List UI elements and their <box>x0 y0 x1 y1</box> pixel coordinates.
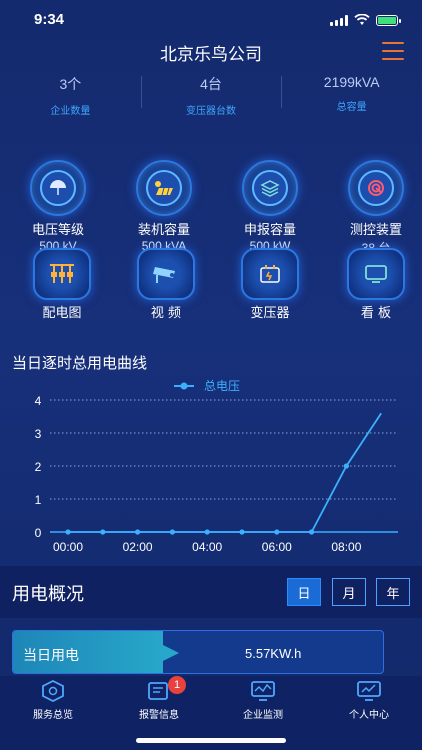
umbrella-icon <box>50 180 66 195</box>
tab-label: 报警信息 <box>139 710 179 721</box>
x-tick-label: 02:00 <box>123 540 153 554</box>
tab-label: 企业监测 <box>243 710 283 721</box>
data-point <box>135 529 141 535</box>
tab-service-overview[interactable]: 服务总览 <box>8 679 98 721</box>
monitor-icon <box>365 265 387 283</box>
stat-value: 4台 <box>200 76 222 92</box>
alarm-badge: 1 <box>168 676 186 694</box>
distribution-diagram-item[interactable]: 配电图 <box>22 248 102 321</box>
x-tick-label: 08:00 <box>331 540 361 554</box>
period-month-button[interactable]: 月 <box>332 578 366 606</box>
period-year-button[interactable]: 年 <box>376 578 410 606</box>
status-icons <box>330 14 401 26</box>
wifi-icon <box>354 14 370 25</box>
summary-title: 用电概况 <box>12 584 84 605</box>
data-point <box>65 529 71 535</box>
y-tick-label: 1 <box>35 493 42 507</box>
item-label: 电压等级 <box>31 223 84 238</box>
stat-value: 3个 <box>59 76 82 92</box>
legend-label: 总电压 <box>204 379 240 393</box>
data-point <box>204 529 210 535</box>
daily-usage-chart: 0 1 2 3 4 00:00 02:00 04:00 06:00 08:00 总电压 <box>35 379 398 554</box>
item-label: 看 板 <box>360 306 392 321</box>
signal-icon <box>330 14 348 26</box>
data-point <box>343 463 349 469</box>
item-label: 配电图 <box>42 306 82 321</box>
stat-total-capacity: 2199kVA 总容量 <box>281 70 422 116</box>
x-tick-label: 06:00 <box>262 540 292 554</box>
camera-icon <box>153 267 175 283</box>
home-indicator <box>136 738 286 743</box>
usage-summary-header: 用电概况 日 月 年 <box>0 566 422 618</box>
stat-label: 总容量 <box>336 102 367 113</box>
installed-capacity-item[interactable]: 装机容量 500 kVA <box>124 160 204 253</box>
data-point <box>309 529 315 535</box>
voltage-level-item[interactable]: 电压等级 500 kV <box>18 160 98 253</box>
stats-summary: 3个 企业数量 4台 变压器台数 2199kVA 总容量 <box>0 70 422 117</box>
video-item[interactable]: 视 频 <box>126 248 206 321</box>
y-tick-label: 2 <box>35 460 42 474</box>
stat-value: 2199kVA <box>323 74 380 90</box>
tab-enterprise-monitoring[interactable]: 企业监测 <box>218 680 308 721</box>
item-label: 视 频 <box>150 306 182 321</box>
dashboard-item[interactable]: 看 板 <box>336 248 416 321</box>
tab-label: 服务总览 <box>33 710 73 721</box>
item-label: 装机容量 <box>137 223 190 238</box>
series-line <box>68 412 382 533</box>
distribution-icon <box>50 264 74 283</box>
chart-title: 当日逐时总用电曲线 <box>12 354 148 372</box>
data-point <box>169 529 175 535</box>
layers-icon <box>260 180 280 197</box>
legend-marker <box>180 382 188 390</box>
stat-enterprise-count: 3个 企业数量 <box>0 70 141 117</box>
tab-label: 个人中心 <box>349 710 389 721</box>
transformer-item[interactable]: 变压器 <box>230 248 310 321</box>
status-bar: 9:34 <box>0 0 422 40</box>
usage-label-box: 当日用电 <box>13 631 179 673</box>
stat-transformer-count: 4台 变压器台数 <box>140 70 282 117</box>
battery-icon <box>376 14 401 26</box>
stat-label: 企业数量 <box>50 106 91 117</box>
tab-personal-center[interactable]: 个人中心 <box>324 680 414 721</box>
page-title: 北京乐鸟公司 <box>160 45 262 65</box>
item-label: 测控装置 <box>349 223 402 238</box>
personal-icon <box>357 681 381 701</box>
declared-capacity-item[interactable]: 申报容量 500 kW <box>230 160 310 253</box>
monitoring-device-item[interactable]: 测控装置 38 台 <box>336 160 416 256</box>
usage-label: 当日用电 <box>23 648 79 664</box>
usage-value: 5.57KW.h <box>245 646 302 661</box>
item-label: 申报容量 <box>243 223 296 238</box>
data-point <box>274 529 280 535</box>
x-tick-label: 04:00 <box>192 540 222 554</box>
status-time: 9:34 <box>34 11 65 28</box>
gauge-icon <box>368 180 384 196</box>
tab-alarm-info[interactable]: 1 报警信息 <box>114 676 204 721</box>
transformer-icon <box>260 265 280 283</box>
y-tick-label: 0 <box>35 526 42 540</box>
service-icon <box>42 679 64 703</box>
menu-icon[interactable] <box>382 42 404 60</box>
period-day-button[interactable]: 日 <box>287 578 321 606</box>
daily-usage-card: 当日用电 5.57KW.h <box>12 630 384 674</box>
data-point <box>239 529 245 535</box>
y-tick-label: 4 <box>35 394 42 408</box>
y-tick-label: 3 <box>35 427 42 441</box>
x-tick-label: 00:00 <box>53 540 83 554</box>
stat-label: 变压器台数 <box>186 106 236 117</box>
item-label: 变压器 <box>250 306 290 321</box>
solar-panel-icon <box>155 181 173 196</box>
data-point <box>100 529 106 535</box>
monitor-icon <box>251 681 275 701</box>
